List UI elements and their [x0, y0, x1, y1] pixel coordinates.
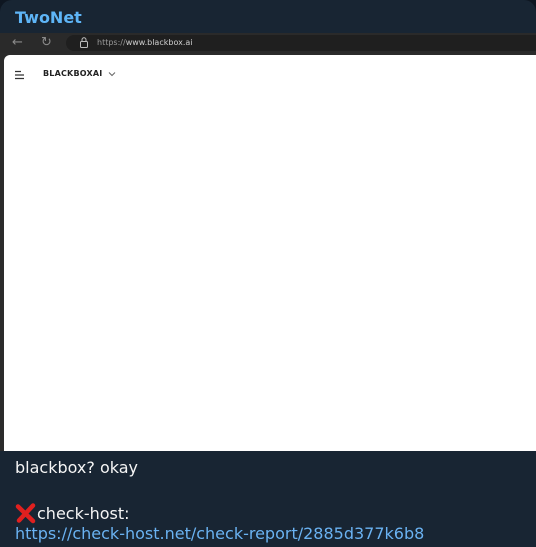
lock-icon — [80, 37, 88, 48]
check-host-label: check-host: — [37, 504, 130, 523]
red-cross-mark-icon — [15, 503, 36, 524]
address-url: https://www.blackbox.ai — [97, 38, 193, 47]
brand-name: BLACKBOXAI — [43, 69, 103, 78]
chevron-down-icon — [108, 72, 116, 77]
menu-icon — [15, 70, 24, 80]
web-page: BLACKBOXAI — [4, 55, 536, 451]
check-host-line: check-host: — [15, 502, 130, 524]
check-report-link[interactable]: https://check-host.net/check-report/2885… — [15, 524, 424, 543]
message-text: blackbox? okay — [15, 458, 139, 477]
chat-message: TwoNet ← ↻ https://www.blackbox.ai BLACK… — [0, 0, 536, 547]
reload-icon: ↻ — [41, 35, 52, 50]
browser-toolbar: ← ↻ https://www.blackbox.ai — [0, 33, 536, 53]
back-arrow-icon: ← — [12, 35, 23, 50]
address-bar: https://www.blackbox.ai — [66, 35, 536, 51]
attached-screenshot[interactable]: ← ↻ https://www.blackbox.ai BLACKBOXAI — [0, 33, 536, 451]
sender-name[interactable]: TwoNet — [15, 8, 82, 27]
